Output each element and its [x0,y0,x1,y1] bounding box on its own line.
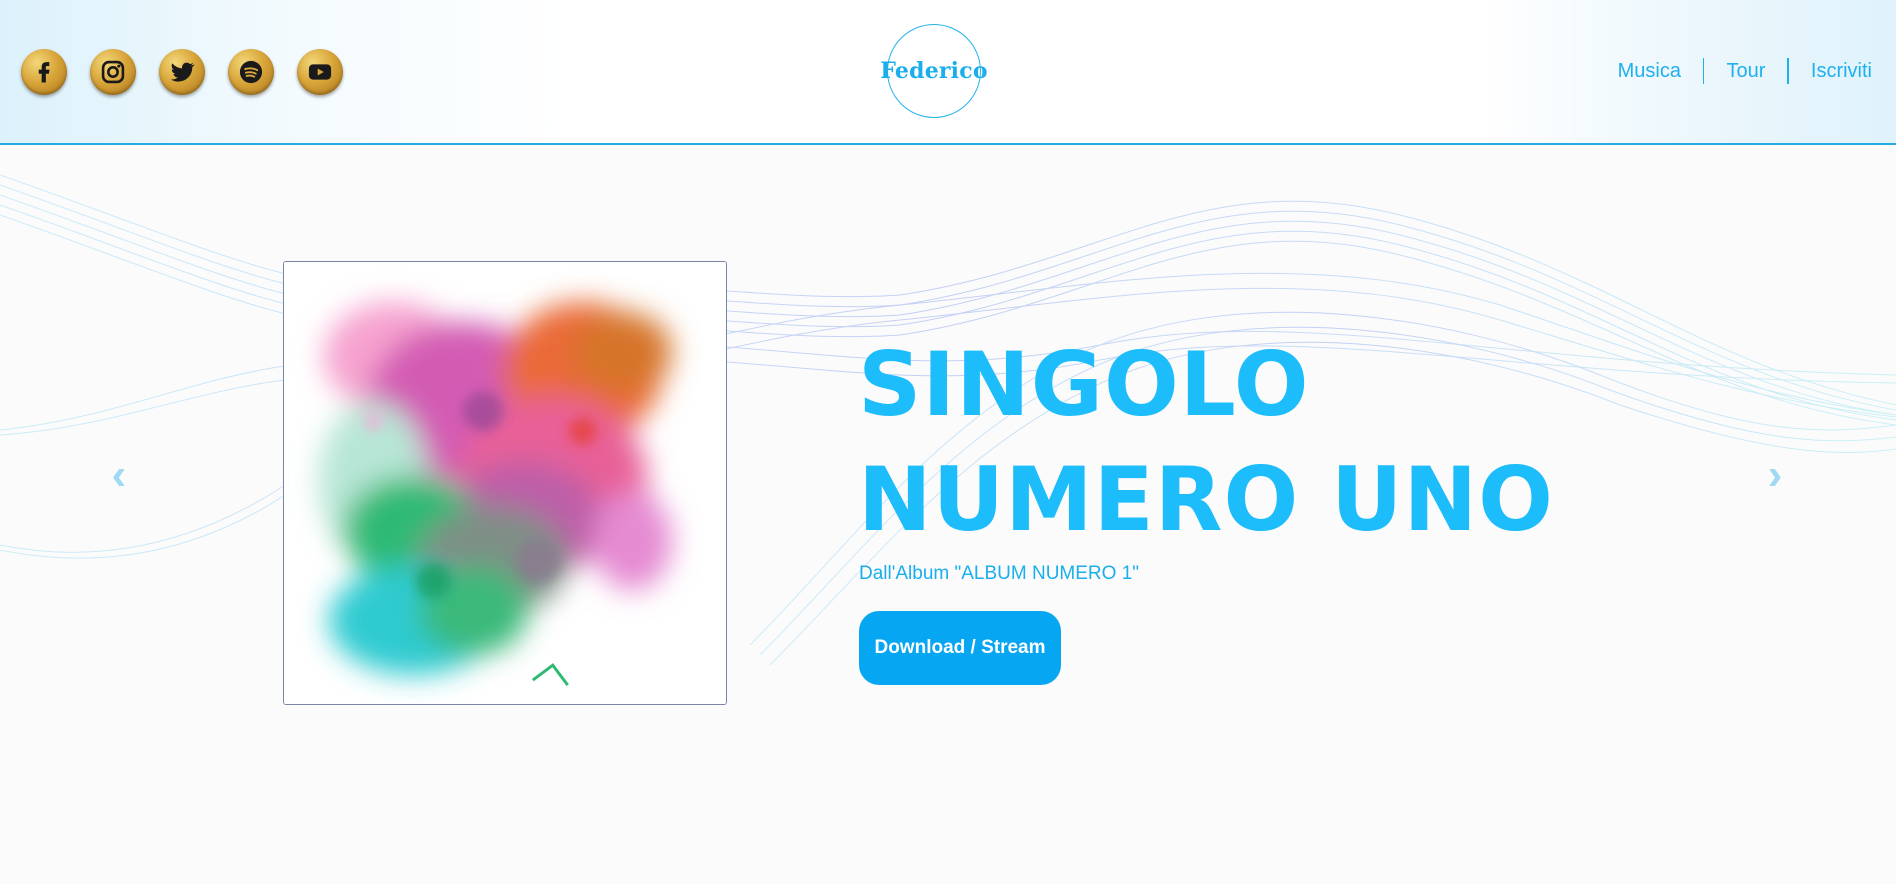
twitter-link[interactable] [159,49,205,95]
hero-slider: ‹ SINGOLO NUMERO UNO Dall'Album "ALBUM N… [0,145,1896,884]
title-line-1: SINGOLO [858,333,1310,436]
spotify-link[interactable] [228,49,274,95]
youtube-link[interactable] [297,49,343,95]
instagram-icon [101,60,125,84]
nav-iscriviti[interactable]: Iscriviti [1789,58,1872,84]
facebook-link[interactable] [21,49,67,95]
title-line-2: NUMERO UNO [858,448,1554,551]
slider-next-arrow[interactable]: › [1760,450,1790,500]
album-subtitle: Dall'Album "ALBUM NUMERO 1" [859,563,1140,584]
nav-musica[interactable]: Musica [1596,58,1703,84]
logo-text: Federico [880,58,988,84]
paint-splash-artwork [284,262,726,704]
main-nav: Musica Tour Iscriviti [1596,58,1872,84]
album-cover [283,261,727,705]
twitter-icon [170,62,195,82]
nav-tour[interactable]: Tour [1704,58,1787,84]
site-header: Federico Musica Tour Iscriviti [0,0,1896,145]
youtube-icon [308,64,332,80]
single-title: SINGOLO NUMERO UNO [858,327,1554,557]
instagram-link[interactable] [90,49,136,95]
spotify-icon [239,60,263,84]
site-logo[interactable]: Federico [880,24,988,118]
download-stream-button[interactable]: Download / Stream [859,611,1061,685]
facebook-icon [38,62,50,83]
slider-prev-arrow[interactable]: ‹ [104,450,134,500]
